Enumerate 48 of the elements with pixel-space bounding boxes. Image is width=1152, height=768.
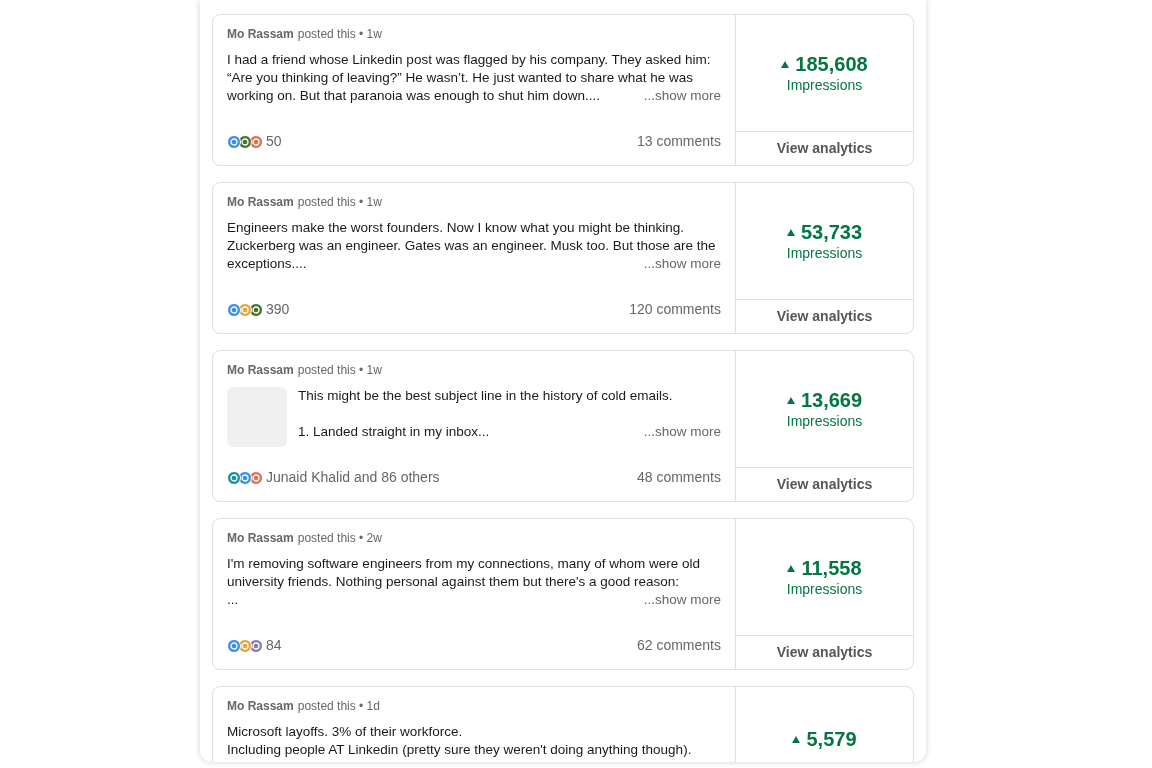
- post-meta: posted this • 2w: [297, 530, 382, 546]
- post-text: This might be the best subject line in the history of cold emails.: [298, 387, 674, 405]
- impressions-count: 11,558: [801, 556, 862, 580]
- comments-count[interactable]: 48 comments: [636, 467, 721, 488]
- post-text: Including people AT Linkedin (pretty sure they weren't doing anything though).: [227, 741, 692, 759]
- post-text: ...: [227, 591, 239, 609]
- impressions-label: Impressions: [786, 580, 863, 598]
- up-triangle-icon: [787, 564, 796, 572]
- view-analytics-button[interactable]: View analytics: [736, 467, 913, 501]
- impressions-label: Impressions: [786, 244, 863, 262]
- view-analytics-button[interactable]: View analytics: [736, 635, 913, 669]
- reaction-count[interactable]: 390: [266, 299, 290, 320]
- reaction-count[interactable]: 50: [266, 131, 282, 152]
- show-more-link[interactable]: ...show more: [643, 423, 721, 441]
- show-more-link[interactable]: ...show more: [643, 591, 721, 609]
- post-meta: posted this • 1d: [297, 698, 380, 714]
- impressions-label: Impressions: [786, 412, 863, 430]
- post-text: working on. But that paranoia was enough to shut him down....: [227, 87, 600, 105]
- author-name[interactable]: Mo Rassam: [227, 194, 294, 210]
- author-name[interactable]: Mo Rassam: [227, 530, 294, 546]
- impressions-count: 185,608: [795, 52, 868, 76]
- post-text: Microsoft layoffs. 3% of their workforce.: [227, 723, 464, 741]
- comments-count[interactable]: 13 comments: [636, 131, 721, 152]
- post-text: exceptions....: [227, 255, 307, 273]
- post-meta: posted this • 1w: [297, 194, 382, 210]
- up-triangle-icon: [792, 735, 801, 743]
- show-more-link[interactable]: ...show more: [643, 255, 721, 273]
- reaction-count[interactable]: Junaid Khalid and 86 others: [266, 467, 440, 488]
- up-triangle-icon: [781, 60, 790, 68]
- post-text: I'm removing software engineers from my connections, many of whom were old university friends. Nothing personal against them but there's a good reason:: [227, 555, 702, 591]
- author-name[interactable]: Mo Rassam: [227, 698, 294, 714]
- author-name[interactable]: Mo Rassam: [227, 362, 294, 378]
- impressions-label: Impressions: [786, 76, 863, 94]
- show-more-link[interactable]: ...show more: [643, 87, 721, 105]
- post-meta: posted this • 1w: [297, 362, 382, 378]
- reaction-count[interactable]: 84: [266, 635, 282, 656]
- impressions-count: 13,669: [800, 388, 863, 412]
- up-triangle-icon: [786, 396, 795, 404]
- post-text: 1. Landed straight in my inbox...: [298, 423, 490, 441]
- comments-count[interactable]: 62 comments: [636, 635, 721, 656]
- impressions-count: 5,579: [806, 727, 857, 751]
- author-name[interactable]: Mo Rassam: [227, 26, 294, 42]
- view-analytics-button[interactable]: View analytics: [736, 131, 913, 165]
- up-triangle-icon: [786, 228, 795, 236]
- view-analytics-button[interactable]: View analytics: [736, 299, 913, 333]
- impressions-count: 53,733: [800, 220, 863, 244]
- comments-count[interactable]: 120 comments: [629, 299, 721, 320]
- post-meta: posted this • 1w: [297, 26, 382, 42]
